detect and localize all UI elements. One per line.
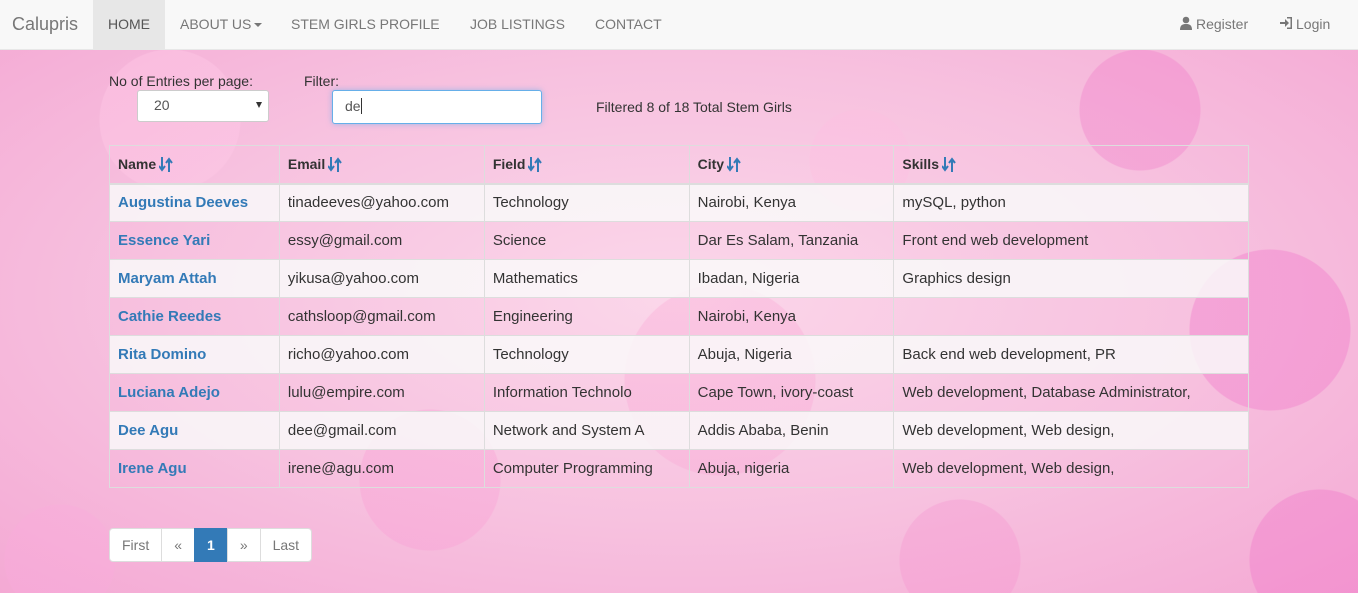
table-row[interactable]: Dee Agu dee@gmail.com Network and System A… [109,411,1249,450]
column-header-label: Email [287,156,326,173]
column-header-city[interactable]: City [688,145,895,185]
cell-email: richo@yahoo.com [278,335,485,374]
cell-field: Network and System A [483,411,690,450]
table-row[interactable]: Augustina Deeves tinadeeves@yahoo.com Tech… [109,183,1249,222]
cell-skills: Front end web development [893,221,1249,260]
sort-icon[interactable] [727,157,741,173]
cell-email: lulu@empire.com [278,373,485,412]
nav-stem-girls-profile[interactable]: STEM GIRLS PROFILE [276,0,455,49]
cell-email: essy@gmail.com [278,221,485,260]
pagination: First « 1 » Last [109,528,313,562]
column-header-name[interactable]: Name [109,145,280,185]
cell-city: Abuja, nigeria [688,449,895,488]
login-label: Login [1296,16,1331,32]
sort-icon[interactable] [328,157,343,173]
cell-skills: Web development, Database Administrator, [893,373,1249,412]
entries-per-page-value: 20 [154,97,170,113]
table-row[interactable]: Rita Domino richo@yahoo.com Technology Abuj… [109,335,1249,374]
table-row[interactable]: Irene Agu irene@agu.com Computer Programmi… [109,449,1249,488]
filter-label: Filter: [304,73,339,89]
column-header-skills[interactable]: Skills [893,145,1249,185]
cell-name[interactable]: Rita Domino [109,335,280,374]
cell-name[interactable]: Irene Agu [109,449,280,488]
top-navbar: Calupris HOME ABOUT US STEM GIRLS PROFIL… [0,0,1358,50]
cell-skills: Back end web development, PR [893,335,1249,374]
page-last-button[interactable]: Last [259,528,313,562]
sort-icon[interactable] [528,157,543,173]
cell-field: Engineering [483,297,690,336]
cell-city: Cape Town, ivory-coast [688,373,895,412]
user-icon [1180,16,1192,30]
cell-email: irene@agu.com [278,449,485,488]
nav-job-listings[interactable]: JOB LISTINGS [455,0,580,49]
sort-icon[interactable] [942,157,956,173]
table-row[interactable]: Cathie Reedes cathsloop@gmail.com Engineer… [109,297,1249,336]
sort-icon[interactable] [159,157,173,173]
text-cursor [360,98,362,114]
cell-skills [893,297,1249,336]
cell-field: Computer Programming [483,449,690,488]
column-header-field[interactable]: Field [483,145,690,185]
column-header-label: Field [492,156,526,173]
cell-field: Technology [483,335,690,374]
cell-city: Nairobi, Kenya [688,183,895,222]
stem-girls-table: Name Email Field City Skills Augustina Deeve… [109,145,1249,488]
cell-skills: mySQL, python [893,183,1249,222]
entries-per-page-select[interactable]: 20 [137,90,269,122]
brand-logo[interactable]: Calupris [12,14,78,35]
cell-name[interactable]: Cathie Reedes [109,297,280,336]
column-header-label: Name [118,156,157,173]
cell-city: Ibadan, Nigeria [688,259,895,298]
caret-down-icon [254,23,263,28]
filter-input[interactable]: de [332,90,542,124]
table-row[interactable]: Luciana Adejo lulu@empire.com Information … [109,373,1249,412]
filter-input-value: de [345,98,361,114]
entries-per-page-label: No of Entries per page: [109,73,253,89]
cell-skills: Web development, Web design, [893,449,1249,488]
sign-in-icon [1280,17,1292,29]
page-prev-button[interactable]: « [161,528,196,562]
filter-status-text: Filtered 8 of 18 Total Stem Girls [596,99,792,115]
table-header-row: Name Email Field City Skills [109,145,1249,185]
cell-name[interactable]: Maryam Attah [109,259,280,298]
cell-city: Abuja, Nigeria [688,335,895,374]
cell-name[interactable]: Essence Yari [109,221,280,260]
cell-city: Nairobi, Kenya [688,297,895,336]
nav-home[interactable]: HOME [93,0,165,49]
page-next-button[interactable]: » [226,528,261,562]
cell-email: tinadeeves@yahoo.com [278,183,485,222]
cell-name[interactable]: Augustina Deeves [109,183,280,222]
nav-about-us[interactable]: ABOUT US [165,0,277,49]
page-current-button[interactable]: 1 [194,528,228,562]
cell-field: Information Technolo [483,373,690,412]
cell-email: dee@gmail.com [278,411,485,450]
register-label: Register [1196,16,1249,32]
cell-email: cathsloop@gmail.com [278,297,485,336]
cell-name[interactable]: Dee Agu [109,411,280,450]
nav-about-us-label: ABOUT US [180,16,252,32]
nav-login[interactable]: Login [1264,0,1345,49]
cell-city: Addis Ababa, Benin [688,411,895,450]
cell-skills: Graphics design [893,259,1249,298]
cell-name[interactable]: Luciana Adejo [109,373,280,412]
column-header-label: Skills [902,156,939,173]
cell-field: Technology [483,183,690,222]
table-row[interactable]: Essence Yari essy@gmail.com Science Dar Es … [109,221,1249,260]
cell-field: Mathematics [483,259,690,298]
cell-skills: Web development, Web design, [893,411,1249,450]
cell-field: Science [483,221,690,260]
cell-city: Dar Es Salam, Tanzania [688,221,895,260]
column-header-label: City [697,156,725,173]
column-header-email[interactable]: Email [278,145,485,185]
nav-register[interactable]: Register [1164,0,1263,49]
cell-email: yikusa@yahoo.com [278,259,485,298]
nav-contact[interactable]: CONTACT [580,0,677,49]
dropdown-arrow-icon [256,102,262,108]
table-row[interactable]: Maryam Attah yikusa@yahoo.com Mathematics I… [109,259,1249,298]
page-first-button[interactable]: First [109,528,163,562]
